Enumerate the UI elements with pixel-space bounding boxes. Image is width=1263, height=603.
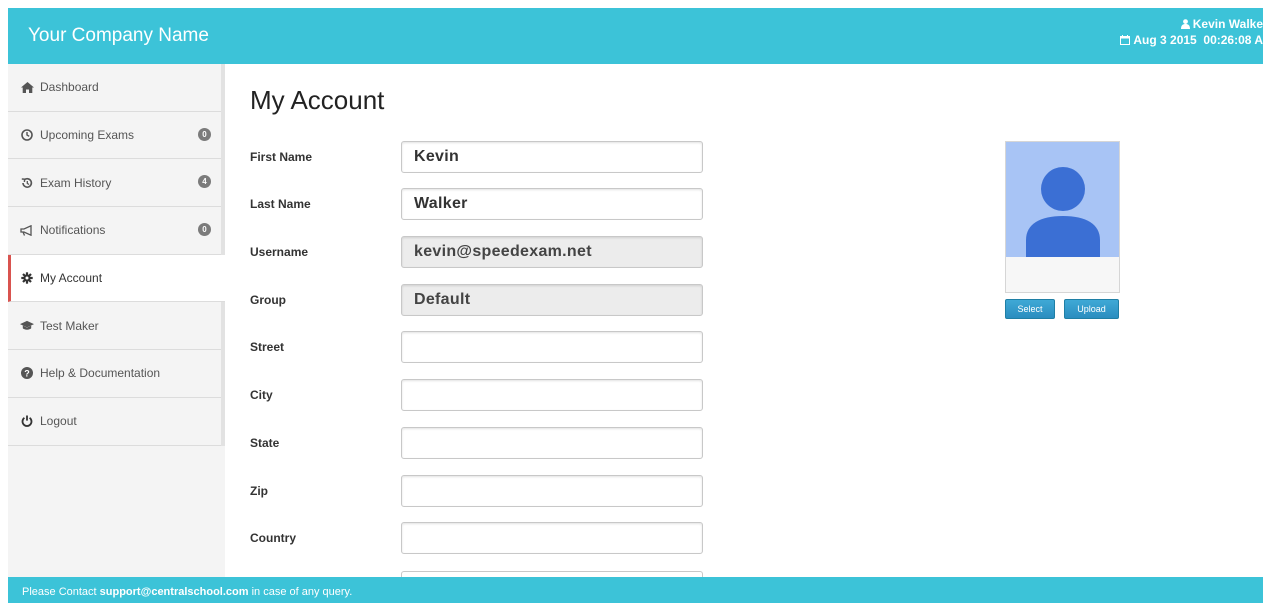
history-icon xyxy=(20,176,34,190)
city-label: City xyxy=(250,388,273,402)
sidebar-background xyxy=(8,446,225,577)
first-name-row: First Name xyxy=(250,141,705,175)
state-row: State xyxy=(250,427,705,461)
group-row: Group xyxy=(250,284,705,318)
sidebar-item-logout[interactable]: Logout xyxy=(8,398,221,446)
footer: Please Contact support@centralschool.com… xyxy=(8,577,1263,603)
svg-text:?: ? xyxy=(24,369,30,379)
state-label: State xyxy=(250,436,280,450)
first-name-input[interactable] xyxy=(401,141,703,173)
sidebar-item-label: Exam History xyxy=(40,175,112,190)
country-input[interactable] xyxy=(401,522,703,554)
zip-row: Zip xyxy=(250,475,705,509)
avatar xyxy=(1006,142,1119,257)
gear-icon xyxy=(20,271,34,285)
top-header: Your Company Name Kevin Walke Aug 3 2015… xyxy=(8,8,1263,64)
user-icon xyxy=(1180,19,1190,29)
home-icon xyxy=(20,80,34,94)
sidebar-item-notifications[interactable]: Notifications 0 xyxy=(8,207,221,255)
user-info: Kevin Walke Aug 3 2015 00:26:08 A xyxy=(1120,16,1263,48)
avatar-placeholder-icon xyxy=(1026,167,1100,257)
clock-icon xyxy=(20,128,34,142)
sidebar-item-label: Notifications xyxy=(40,223,106,238)
username-label: Username xyxy=(250,245,309,259)
upload-photo-button[interactable]: Upload xyxy=(1064,299,1119,319)
username-input xyxy=(401,236,703,268)
sidebar-item-label: Test Maker xyxy=(40,318,99,333)
sidebar-item-exam-history[interactable]: Exam History 4 xyxy=(8,159,221,208)
footer-prefix: Please Contact xyxy=(22,586,100,598)
group-input xyxy=(401,284,703,316)
street-row: Street xyxy=(250,331,705,365)
first-name-label: First Name xyxy=(250,150,313,164)
sidebar-item-label: Upcoming Exams xyxy=(40,128,135,143)
current-time: 00:26:08 A xyxy=(1203,33,1263,47)
user-row[interactable]: Kevin Walke xyxy=(1120,16,1263,32)
power-icon xyxy=(20,414,34,428)
username-row: Username xyxy=(250,236,705,270)
zip-label: Zip xyxy=(250,484,268,498)
question-circle-icon: ? xyxy=(20,366,34,380)
user-name: Kevin Walke xyxy=(1192,17,1263,31)
zip-input[interactable] xyxy=(401,475,703,507)
calendar-icon xyxy=(1120,35,1131,45)
count-badge: 4 xyxy=(198,175,211,189)
support-email-link[interactable]: support@centralschool.com xyxy=(100,586,249,598)
graduation-cap-icon xyxy=(20,319,34,333)
sidebar-item-label: Logout xyxy=(40,414,77,429)
footer-suffix: in case of any query. xyxy=(248,586,353,598)
brand-name[interactable]: Your Company Name xyxy=(28,25,209,47)
last-name-label: Last Name xyxy=(250,197,311,211)
country-row: Country xyxy=(250,522,705,556)
sidebar-item-label: Help & Documentation xyxy=(40,366,161,381)
sidebar-item-help[interactable]: ? Help & Documentation xyxy=(8,350,221,398)
group-label: Group xyxy=(250,293,286,307)
page-title: My Account xyxy=(250,85,385,115)
select-photo-button[interactable]: Select xyxy=(1005,299,1055,319)
street-label: Street xyxy=(250,340,285,354)
megaphone-icon xyxy=(20,223,34,237)
sidebar-item-label: My Account xyxy=(40,271,103,286)
state-input[interactable] xyxy=(401,427,703,459)
city-row: City xyxy=(250,379,705,413)
sidebar-item-my-account[interactable]: My Account xyxy=(8,254,225,303)
sidebar-item-upcoming-exams[interactable]: Upcoming Exams 0 xyxy=(8,112,221,160)
country-label: Country xyxy=(250,531,296,545)
sidebar-nav: Dashboard Upcoming Exams 0 Exam History … xyxy=(8,64,225,446)
sidebar-item-dashboard[interactable]: Dashboard xyxy=(8,64,221,112)
street-input[interactable] xyxy=(401,331,703,363)
city-input[interactable] xyxy=(401,379,703,411)
count-badge: 0 xyxy=(198,223,211,237)
datetime-row: Aug 3 2015 00:26:08 A xyxy=(1120,32,1263,48)
sidebar-item-test-maker[interactable]: Test Maker xyxy=(8,302,221,351)
last-name-input[interactable] xyxy=(401,188,703,220)
count-badge: 0 xyxy=(198,127,211,141)
profile-photo-frame xyxy=(1005,141,1120,293)
sidebar-item-label: Dashboard xyxy=(40,80,99,95)
last-name-row: Last Name xyxy=(250,188,705,222)
current-date: Aug 3 2015 xyxy=(1133,33,1197,47)
